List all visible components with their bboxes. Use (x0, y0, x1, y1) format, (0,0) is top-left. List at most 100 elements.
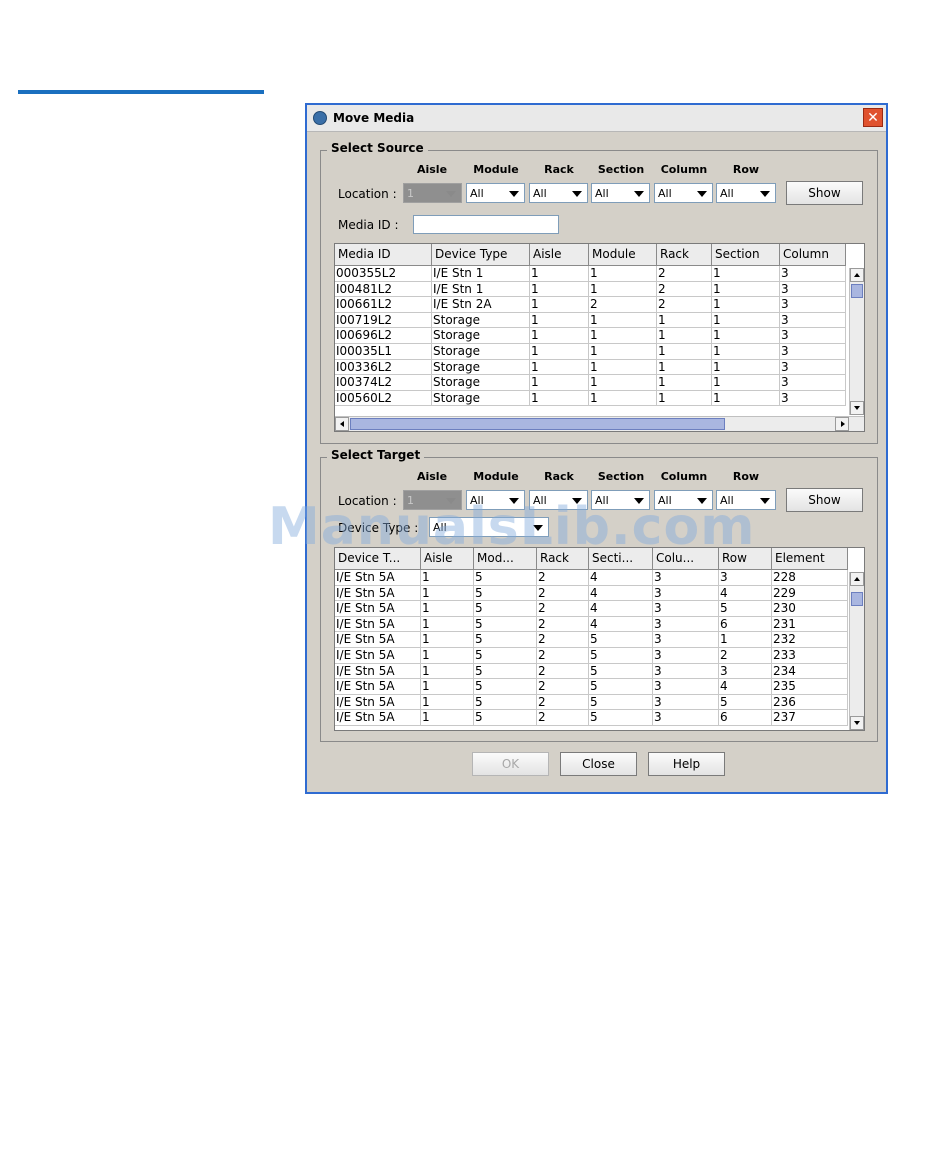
source-column-header[interactable]: Column (780, 244, 846, 266)
chevron-down-icon (760, 498, 770, 504)
table-cell: 3 (653, 570, 719, 586)
table-cell: 4 (589, 570, 653, 586)
table-row[interactable]: I00719L2 Storage 1 1 1 1 3 (335, 312, 846, 329)
table-row[interactable]: I00696L2 Storage 1 1 1 1 3 (335, 328, 846, 344)
table-cell: I00560L2 (335, 390, 432, 407)
table-cell: Storage (432, 328, 530, 344)
table-cell: 5 (474, 663, 537, 680)
table-cell: 1 (712, 312, 780, 329)
table-cell: 3 (653, 601, 719, 617)
table-cell: 231 (772, 616, 848, 633)
table-cell: 230 (772, 601, 848, 617)
table-row[interactable]: I00374L2 Storage 1 1 1 1 3 (335, 375, 846, 391)
chevron-down-icon (760, 191, 770, 197)
table-cell: 1 (421, 710, 474, 726)
source-column-header[interactable]: Device Type (432, 244, 530, 266)
table-cell: 3 (780, 390, 846, 407)
source-column-select[interactable]: All (654, 183, 713, 203)
table-cell: 6 (719, 616, 772, 633)
close-icon[interactable]: ✕ (863, 108, 883, 127)
table-row[interactable]: I/E Stn 5A 1 5 2 4 3 3 228 (335, 570, 848, 586)
table-row[interactable]: I00560L2 Storage 1 1 1 1 3 (335, 390, 846, 407)
source-module-value: All (470, 187, 484, 200)
table-row[interactable]: 000355L2 I/E Stn 111213 (335, 266, 846, 282)
table-cell: I/E Stn 5A (335, 647, 421, 664)
table-cell: I/E Stn 5A (335, 694, 421, 711)
table-row[interactable]: I00661L2 I/E Stn 2A 1 2 2 1 3 (335, 297, 846, 313)
table-cell: I/E Stn 5A (335, 570, 421, 586)
media-id-input[interactable] (413, 215, 559, 234)
table-cell: Storage (432, 343, 530, 360)
scroll-down-icon[interactable] (850, 401, 864, 415)
horizontal-scroll-thumb[interactable] (350, 418, 725, 430)
target-vertical-scrollbar[interactable] (849, 572, 864, 730)
table-row[interactable]: I00481L2 I/E Stn 111213 (335, 281, 846, 298)
target-show-button[interactable]: Show (786, 488, 863, 512)
dialog-titlebar[interactable]: Move Media ✕ (307, 105, 886, 132)
table-cell: 1 (421, 601, 474, 617)
table-cell: 2 (719, 647, 772, 664)
app-icon (313, 111, 327, 125)
table-cell: I/E Stn 5A (335, 585, 421, 602)
source-column-header[interactable]: Section (712, 244, 780, 266)
table-cell: 4 (589, 616, 653, 633)
table-cell: 1 (589, 390, 657, 407)
source-header-aisle: Aisle (416, 163, 448, 176)
target-column-header[interactable]: Element (772, 548, 848, 570)
close-button[interactable]: Close (560, 752, 637, 776)
table-cell: 2 (657, 281, 712, 298)
source-row-value: All (720, 187, 734, 200)
table-cell: 1 (530, 281, 589, 298)
source-section-select[interactable]: All (591, 183, 650, 203)
table-row[interactable]: I/E Stn 5A 1 5 2 4 3 5 230 (335, 601, 848, 617)
table-cell: 237 (772, 710, 848, 726)
source-column-header[interactable]: Aisle (530, 244, 589, 266)
chevron-down-icon (697, 191, 707, 197)
source-module-select[interactable]: All (466, 183, 525, 203)
ok-button[interactable]: OK (472, 752, 549, 776)
scroll-thumb[interactable] (851, 592, 863, 606)
table-cell: 4 (719, 585, 772, 602)
source-rack-value: All (533, 187, 547, 200)
source-vertical-scrollbar[interactable] (849, 268, 864, 415)
table-cell: 228 (772, 570, 848, 586)
table-cell: 3 (719, 663, 772, 680)
table-cell: 2 (537, 710, 589, 726)
source-rack-select[interactable]: All (529, 183, 588, 203)
source-column-header[interactable]: Module (589, 244, 657, 266)
table-row[interactable]: I/E Stn 5A 1 5 2 5 3 5 236 (335, 694, 848, 711)
scroll-down-icon[interactable] (850, 716, 864, 730)
scroll-left-icon[interactable] (335, 417, 349, 431)
table-row[interactable]: I00336L2 Storage 1 1 1 1 3 (335, 359, 846, 376)
dialog-title: Move Media (333, 111, 415, 125)
table-cell: 3 (653, 663, 719, 680)
table-cell: 1 (589, 343, 657, 360)
table-row[interactable]: I/E Stn 5A 1 5 2 4 3 4 229 (335, 585, 848, 602)
scroll-right-icon[interactable] (835, 417, 849, 431)
table-row[interactable]: I/E Stn 5A 1 5 2 5 3 3 234 (335, 663, 848, 680)
table-row[interactable]: I/E Stn 5A 1 5 2 5 3 6 237 (335, 710, 848, 726)
source-header-rack: Rack (544, 163, 574, 176)
table-cell: 1 (657, 343, 712, 360)
table-cell: 2 (537, 585, 589, 602)
table-row[interactable]: I/E Stn 5A 1 5 2 4 3 6 231 (335, 616, 848, 633)
source-row-select[interactable]: All (716, 183, 776, 203)
scroll-up-icon[interactable] (850, 268, 864, 282)
table-cell: 1 (421, 694, 474, 711)
source-location-label: Location : (338, 187, 397, 201)
table-row[interactable]: I/E Stn 5A 1 5 2 5 3 4 235 (335, 679, 848, 695)
source-show-button[interactable]: Show (786, 181, 863, 205)
table-cell: Storage (432, 359, 530, 376)
table-cell: 1 (589, 328, 657, 344)
table-cell: 1 (530, 375, 589, 391)
source-horizontal-scrollbar[interactable] (335, 416, 864, 431)
table-cell: 3 (780, 328, 846, 344)
table-row[interactable]: I/E Stn 5A 1 5 2 5 3 1 232 (335, 632, 848, 648)
help-button[interactable]: Help (648, 752, 725, 776)
scroll-thumb[interactable] (851, 284, 863, 298)
source-column-header[interactable]: Rack (657, 244, 712, 266)
table-row[interactable]: I/E Stn 5A 1 5 2 5 3 2 233 (335, 647, 848, 664)
source-column-header[interactable]: Media ID (335, 244, 432, 266)
scroll-up-icon[interactable] (850, 572, 864, 586)
table-row[interactable]: I00035L1 Storage 1 1 1 1 3 (335, 343, 846, 360)
